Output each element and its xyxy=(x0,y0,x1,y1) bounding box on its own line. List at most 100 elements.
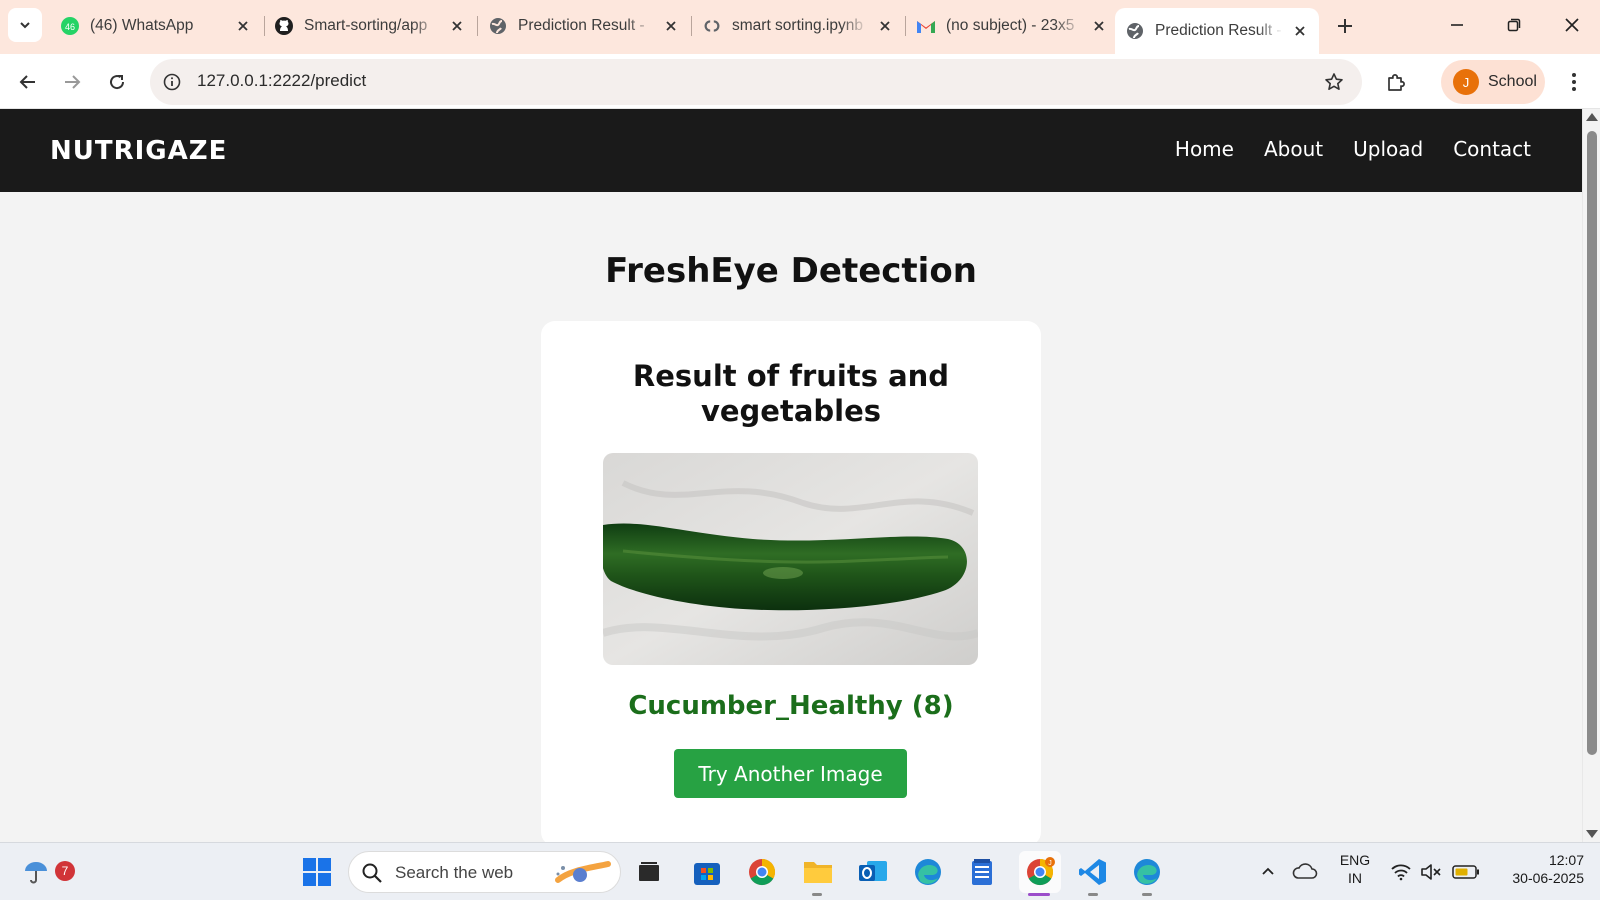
chrome-profile-badge: J xyxy=(1048,860,1052,867)
new-tab-button[interactable] xyxy=(1331,12,1359,40)
gmail-icon xyxy=(916,16,936,36)
windows-icon xyxy=(303,858,331,886)
scrollbar-thumb[interactable] xyxy=(1587,131,1597,755)
prediction-result: Cucumber_Healthy (8) xyxy=(628,691,954,721)
tab-title: smart sorting.ipynb xyxy=(732,17,863,34)
globe-icon xyxy=(1125,21,1145,41)
colab-icon xyxy=(702,16,722,36)
close-icon[interactable] xyxy=(662,17,680,35)
close-icon[interactable] xyxy=(448,17,466,35)
browser-menu-button[interactable] xyxy=(1560,66,1588,98)
close-icon[interactable] xyxy=(1090,17,1108,35)
tab-colab[interactable]: smart sorting.ipynb xyxy=(692,8,904,44)
nav-link-home[interactable]: Home xyxy=(1175,137,1234,161)
edge-beta-app[interactable] xyxy=(1129,854,1165,890)
wifi-tray[interactable] xyxy=(1388,854,1414,890)
bookmark-star-icon[interactable] xyxy=(1322,70,1346,94)
vscode-app[interactable] xyxy=(1075,854,1111,890)
close-icon[interactable] xyxy=(876,17,894,35)
region-code: IN xyxy=(1348,870,1362,886)
running-indicator xyxy=(812,893,822,896)
arrow-left-icon xyxy=(19,75,35,89)
extensions-button[interactable] xyxy=(1380,66,1412,98)
site-brand[interactable]: NUTRIGAZE xyxy=(50,136,227,166)
weather-widget[interactable]: 7 xyxy=(18,854,75,890)
chrome-app[interactable] xyxy=(744,854,780,890)
search-highlight-icon xyxy=(555,861,611,883)
globe-icon xyxy=(488,16,508,36)
scroll-up-arrow[interactable] xyxy=(1586,113,1598,121)
tab-title: Prediction Result - xyxy=(518,17,645,34)
restore-icon xyxy=(1507,18,1521,32)
uploaded-image xyxy=(603,453,978,665)
edge-icon xyxy=(915,859,941,885)
whatsapp-badge: 46 xyxy=(65,22,75,32)
task-view-button[interactable] xyxy=(631,854,667,890)
github-icon xyxy=(274,16,294,36)
running-indicator xyxy=(1142,893,1152,896)
close-icon xyxy=(1565,18,1579,32)
browser-toolbar: 127.0.0.1:2222/predict J School xyxy=(0,54,1600,109)
outlook-app[interactable] xyxy=(855,854,891,890)
chrome-app-active[interactable]: J xyxy=(1019,851,1061,893)
nav-link-upload[interactable]: Upload xyxy=(1353,137,1423,161)
back-button[interactable] xyxy=(12,66,44,98)
address-bar[interactable]: 127.0.0.1:2222/predict xyxy=(150,59,1362,105)
microsoft-store-app[interactable] xyxy=(689,854,725,890)
search-icon xyxy=(362,863,382,883)
puzzle-icon xyxy=(1388,74,1405,91)
tab-title: (46) WhatsApp xyxy=(90,17,194,34)
nav-link-contact[interactable]: Contact xyxy=(1453,137,1531,161)
nav-links: Home About Upload Contact xyxy=(1175,137,1531,161)
wifi-icon xyxy=(1391,864,1411,881)
scroll-down-arrow[interactable] xyxy=(1586,830,1598,838)
onedrive-tray[interactable] xyxy=(1292,854,1318,890)
tab-prediction-result-active[interactable]: Prediction Result - xyxy=(1115,8,1319,54)
close-icon[interactable] xyxy=(1291,22,1309,40)
language-indicator[interactable]: ENG IN xyxy=(1336,852,1374,886)
battery-tray[interactable] xyxy=(1451,854,1481,890)
clock[interactable]: 12:07 30-06-2025 xyxy=(1494,852,1584,886)
minimize-button[interactable] xyxy=(1440,10,1474,40)
edge-app[interactable] xyxy=(910,854,946,890)
close-window-button[interactable] xyxy=(1555,10,1589,40)
umbrella-icon xyxy=(25,862,47,884)
tab-gmail[interactable]: (no subject) - 23x5 xyxy=(906,8,1118,44)
edge-icon xyxy=(1134,859,1160,885)
show-hidden-icons-button[interactable] xyxy=(1256,854,1280,890)
close-icon[interactable] xyxy=(234,17,252,35)
tab-prediction-result[interactable]: Prediction Result - xyxy=(478,8,690,44)
active-indicator xyxy=(1028,893,1050,896)
minimize-icon xyxy=(1451,24,1463,26)
volume-muted-icon xyxy=(1421,864,1441,880)
whatsapp-icon: 46 xyxy=(60,16,80,36)
outlook-icon xyxy=(859,861,887,881)
start-button[interactable] xyxy=(299,854,335,890)
chrome-icon: J xyxy=(1027,857,1055,886)
url-text[interactable]: 127.0.0.1:2222/predict xyxy=(197,71,366,91)
task-view-icon xyxy=(639,862,659,881)
browser-titlebar: 46 (46) WhatsApp Smart-sorting/app Predi… xyxy=(0,0,1600,54)
notepad-icon xyxy=(972,859,992,885)
folder-icon xyxy=(804,862,832,883)
volume-tray[interactable] xyxy=(1418,854,1444,890)
running-indicator xyxy=(1088,893,1098,896)
profile-name: School xyxy=(1488,73,1537,90)
tab-whatsapp[interactable]: 46 (46) WhatsApp xyxy=(50,8,262,44)
reload-icon xyxy=(110,75,125,90)
page-scrollbar[interactable] xyxy=(1582,109,1600,842)
chevron-up-icon xyxy=(1262,867,1274,875)
tab-search-button[interactable] xyxy=(8,8,42,42)
forward-button[interactable] xyxy=(56,66,88,98)
tab-github[interactable]: Smart-sorting/app xyxy=(264,8,476,44)
try-another-image-button[interactable]: Try Another Image xyxy=(674,749,907,798)
file-explorer-app[interactable] xyxy=(800,854,836,890)
site-info-icon[interactable] xyxy=(160,70,184,94)
restore-button[interactable] xyxy=(1497,10,1531,40)
notification-badge: 7 xyxy=(55,861,75,881)
profile-button[interactable]: J School xyxy=(1441,60,1545,104)
reload-button[interactable] xyxy=(101,66,133,98)
nav-link-about[interactable]: About xyxy=(1264,137,1323,161)
taskbar-search[interactable]: Search the web xyxy=(348,851,621,893)
notepad-app[interactable] xyxy=(964,854,1000,890)
